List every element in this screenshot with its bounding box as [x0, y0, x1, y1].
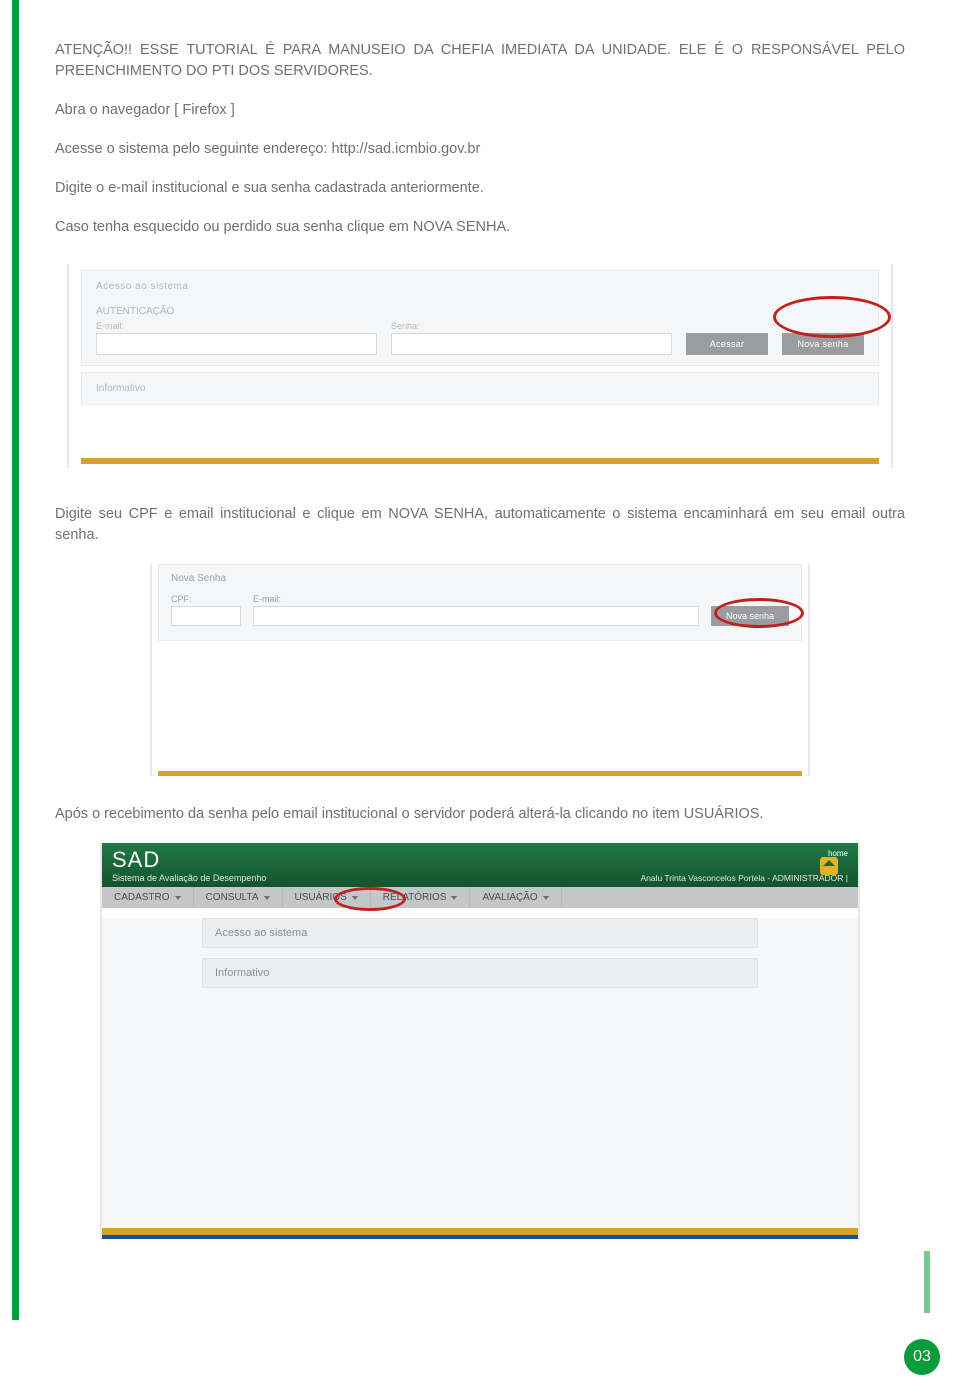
menu-relatorios[interactable]: RELATÓRIOS: [371, 887, 471, 908]
user-info: Analu Trinta Vasconcelos Portela - ADMIN…: [640, 873, 848, 883]
email-input[interactable]: [96, 333, 377, 355]
chevron-down-icon: [264, 896, 270, 900]
mid-text-cpf: Digite seu CPF e email institucional e c…: [55, 504, 905, 546]
chevron-down-icon: [451, 896, 457, 900]
menu-consulta[interactable]: CONSULTA: [194, 887, 283, 908]
intro-step-browser: Abra o navegador [ Firefox ]: [55, 100, 905, 121]
chevron-down-icon: [352, 896, 358, 900]
senha-label: Senha:: [391, 321, 672, 331]
acessar-button[interactable]: Acessar: [686, 333, 768, 355]
intro-step-forgot: Caso tenha esquecido ou perdido sua senh…: [55, 217, 905, 238]
nova-senha-submit-button[interactable]: Nova senha: [711, 606, 789, 626]
left-green-bar: [12, 0, 19, 1320]
gold-footer-bar: [81, 458, 879, 464]
senha-input[interactable]: [391, 333, 672, 355]
screenshot-login: Acesso ao sistema AUTENTICAÇÃO E-mail: S…: [55, 256, 905, 476]
informativo-panel: Informativo: [81, 372, 879, 405]
menu-avaliacao[interactable]: AVALIAÇÃO: [470, 887, 561, 908]
main-menu: CADASTRO CONSULTA USUÁRIOS RELATÓRIOS AV…: [102, 887, 858, 908]
sad-header: home SAD Sistema de Avaliação de Desempe…: [102, 843, 858, 887]
auth-section-title: AUTENTICAÇÃO: [96, 306, 864, 317]
blue-footer-bar: [102, 1235, 858, 1239]
login-box-title: Acesso ao sistema: [96, 281, 864, 292]
gold-footer-bar-3: [102, 1228, 858, 1235]
intro-warning: ATENÇÃO!! ESSE TUTORIAL É PARA MANUSEIO …: [55, 40, 905, 82]
cpf-input[interactable]: [171, 606, 241, 626]
gold-footer-bar-2: [158, 771, 802, 776]
mid-text-usuarios: Após o recebimento da senha pelo email i…: [55, 804, 905, 825]
chevron-down-icon: [175, 896, 181, 900]
page-number-badge: 03: [904, 1339, 940, 1375]
screenshot-sad-app: home SAD Sistema de Avaliação de Desempe…: [100, 843, 860, 1239]
nova-senha-title: Nova Senha: [171, 573, 789, 584]
chevron-down-icon: [543, 896, 549, 900]
intro-step-url: Acesse o sistema pelo seguinte endereço:…: [55, 139, 905, 160]
menu-cadastro[interactable]: CADASTRO: [102, 887, 194, 908]
email-label: E-mail:: [96, 321, 377, 331]
right-green-tick: [924, 1251, 930, 1313]
panel-informativo: Informativo: [202, 958, 758, 988]
intro-step-login: Digite o e-mail institucional e sua senh…: [55, 178, 905, 199]
nova-senha-button[interactable]: Nova senha: [782, 333, 864, 355]
panel-acesso: Acesso ao sistema: [202, 918, 758, 948]
sad-logo: SAD: [112, 849, 848, 871]
email2-label: E-mail:: [253, 594, 699, 604]
screenshot-nova-senha: Nova Senha CPF: E-mail: Nova senha: [150, 564, 810, 776]
menu-usuarios[interactable]: USUÁRIOS: [283, 887, 371, 908]
email2-input[interactable]: [253, 606, 699, 626]
cpf-label: CPF:: [171, 594, 241, 604]
